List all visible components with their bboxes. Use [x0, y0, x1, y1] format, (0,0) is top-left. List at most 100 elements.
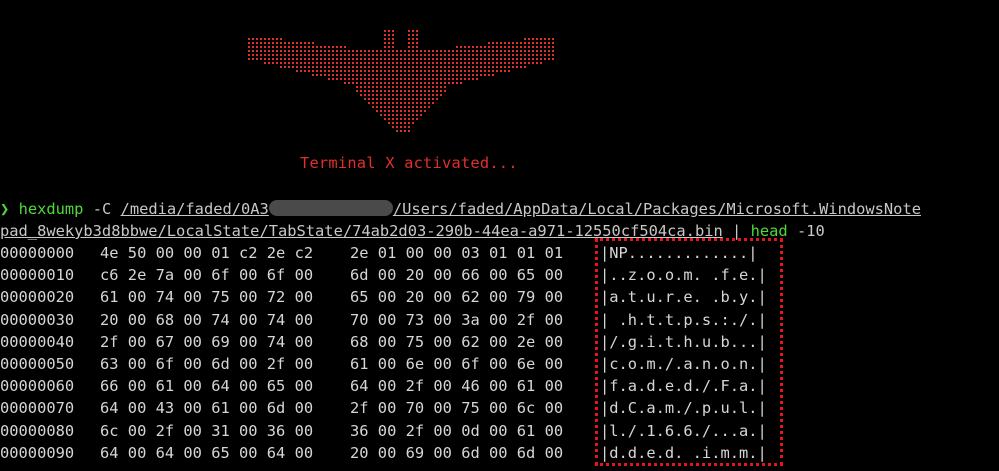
logo-dot	[536, 50, 538, 52]
logo-dot	[488, 54, 490, 56]
logo-dot	[312, 50, 314, 52]
logo-dot	[264, 54, 266, 56]
terminal-window[interactable]: Terminal X activated... ❯ hexdump -C /me…	[0, 0, 999, 471]
logo-dot	[360, 90, 362, 92]
logo-dot	[424, 98, 426, 100]
logo-dot	[384, 70, 386, 72]
logo-dot	[408, 38, 410, 40]
logo-dot	[436, 50, 438, 52]
logo-dot	[336, 78, 338, 80]
logo-dot	[408, 70, 410, 72]
logo-dot	[524, 58, 526, 60]
logo-dot	[392, 102, 394, 104]
logo-dot	[456, 54, 458, 56]
logo-dot	[252, 42, 254, 44]
logo-dot	[268, 50, 270, 52]
logo-dot	[364, 62, 366, 64]
logo-dot	[372, 50, 374, 52]
logo-dot	[380, 102, 382, 104]
logo-dot	[360, 78, 362, 80]
logo-dot	[428, 54, 430, 56]
logo-dot	[472, 54, 474, 56]
logo-dot	[316, 70, 318, 72]
logo-dot	[420, 86, 422, 88]
logo-dot	[376, 90, 378, 92]
logo-dot	[392, 42, 394, 44]
logo-dot	[392, 58, 394, 60]
logo-dot	[348, 82, 350, 84]
logo-dot	[292, 42, 294, 44]
dump-hex-right: 2e 01 00 00 03 01 01 01	[350, 244, 564, 262]
logo-dot	[280, 62, 282, 64]
logo-dot	[496, 62, 498, 64]
logo-dot	[336, 62, 338, 64]
logo-dot	[388, 54, 390, 56]
logo-dot	[544, 50, 546, 52]
logo-dot	[420, 90, 422, 92]
logo-dot	[376, 94, 378, 96]
logo-dot	[408, 130, 410, 132]
logo-dot	[356, 86, 358, 88]
logo-dot	[308, 58, 310, 60]
logo-dot	[456, 82, 458, 84]
logo-dot	[292, 62, 294, 64]
logo-dot	[416, 82, 418, 84]
logo-dot	[408, 98, 410, 100]
logo-dot	[404, 66, 406, 68]
logo-dot	[404, 130, 406, 132]
logo-dot	[408, 126, 410, 128]
logo-dot	[428, 70, 430, 72]
logo-dot	[432, 70, 434, 72]
logo-dot	[364, 58, 366, 60]
logo-dot	[508, 54, 510, 56]
logo-dot	[380, 86, 382, 88]
logo-dot	[484, 70, 486, 72]
logo-dot	[460, 78, 462, 80]
logo-dot	[460, 62, 462, 64]
logo-dot	[260, 46, 262, 48]
logo-dot	[524, 54, 526, 56]
logo-dot	[384, 110, 386, 112]
logo-dot	[480, 70, 482, 72]
logo-dot	[372, 94, 374, 96]
logo-dot	[296, 62, 298, 64]
logo-dot	[456, 58, 458, 60]
command-line[interactable]: ❯ hexdump -C /media/faded/0A3/Users/fade…	[0, 198, 921, 220]
logo-dot	[532, 42, 534, 44]
logo-dot	[432, 50, 434, 52]
logo-dot	[396, 102, 398, 104]
logo-dot	[400, 74, 402, 76]
logo-dot	[400, 70, 402, 72]
logo-dot	[520, 66, 522, 68]
logo-dot	[436, 82, 438, 84]
logo-dot	[288, 58, 290, 60]
logo-dot	[504, 50, 506, 52]
logo-dot	[424, 58, 426, 60]
logo-dot	[400, 82, 402, 84]
logo-dot	[516, 50, 518, 52]
logo-dot	[312, 54, 314, 56]
logo-dot	[344, 46, 346, 48]
logo-dot	[420, 66, 422, 68]
logo-dot	[384, 114, 386, 116]
logo-dot	[396, 70, 398, 72]
logo-dot	[412, 78, 414, 80]
logo-dot	[476, 74, 478, 76]
logo-dot	[388, 122, 390, 124]
logo-dot	[552, 42, 554, 44]
logo-dot	[372, 86, 374, 88]
logo-dot	[360, 62, 362, 64]
logo-dot	[536, 62, 538, 64]
dump-hex-right: 2f 00 70 00 75 00 6c 00	[350, 399, 564, 418]
logo-dot	[408, 122, 410, 124]
logo-dot	[248, 46, 250, 48]
logo-dot	[252, 58, 254, 60]
logo-dot	[344, 66, 346, 68]
logo-dot	[404, 82, 406, 84]
logo-dot	[444, 54, 446, 56]
logo-dot	[540, 62, 542, 64]
logo-dot	[424, 62, 426, 64]
logo-dot	[480, 58, 482, 60]
logo-dot	[368, 90, 370, 92]
logo-dot	[376, 82, 378, 84]
